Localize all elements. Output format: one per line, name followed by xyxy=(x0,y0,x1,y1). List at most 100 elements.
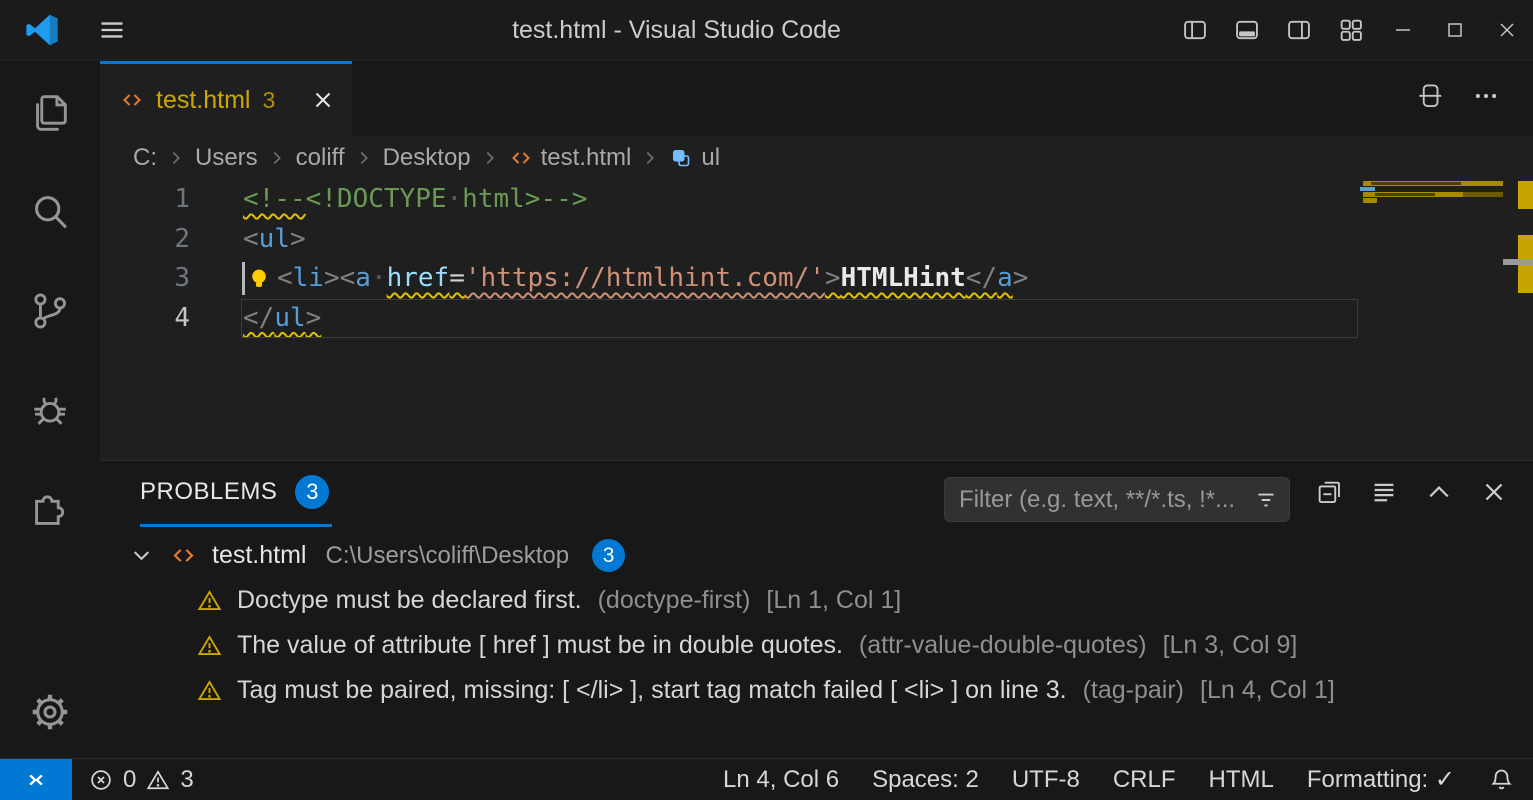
status-problems[interactable]: 0 3 xyxy=(88,766,194,794)
collapse-all-icon[interactable] xyxy=(1314,477,1344,512)
breadcrumb-item-coliff[interactable]: coliff xyxy=(296,144,345,172)
view-as-table-icon[interactable] xyxy=(1369,477,1399,512)
minimap[interactable] xyxy=(1355,173,1505,353)
breadcrumb-item-ul[interactable]: ul xyxy=(669,144,720,172)
warning-count: 3 xyxy=(180,766,193,794)
code-token: </ xyxy=(243,303,274,333)
warning-icon xyxy=(196,677,223,704)
toggle-secondary-sidebar-icon[interactable] xyxy=(1273,0,1325,60)
problems-file-count-badge: 3 xyxy=(592,539,625,572)
html-file-icon xyxy=(120,88,144,112)
editor-group: test.html 3 C: Users coliff Desktop test.htm… xyxy=(100,61,1533,460)
close-panel-icon[interactable] xyxy=(1479,477,1509,512)
split-editor-icon[interactable] xyxy=(1415,81,1445,116)
vscode-window: test.html - Visual Studio Code xyxy=(0,0,1533,800)
menu-icon[interactable] xyxy=(94,16,130,44)
more-actions-icon[interactable] xyxy=(1471,81,1501,116)
tab-test-html[interactable]: test.html 3 xyxy=(100,61,352,136)
vscode-logo-icon xyxy=(25,13,59,47)
code-token: ul xyxy=(274,303,305,333)
code-token: ul xyxy=(259,224,290,254)
code-token: 'https://htmlhint.com/' xyxy=(465,263,825,293)
code-token: li xyxy=(293,263,324,293)
status-encoding[interactable]: UTF-8 xyxy=(1012,766,1080,794)
problems-filter xyxy=(944,477,1290,522)
status-cursor-position[interactable]: Ln 4, Col 6 xyxy=(723,766,839,794)
line-number: 4 xyxy=(100,299,190,339)
code-line-3[interactable]: 3<li><a·href='https://htmlhint.com/'>HTM… xyxy=(100,259,1533,299)
problems-file-name: test.html xyxy=(212,541,306,570)
code-token: HTMLHint xyxy=(841,263,966,293)
code-token: html>--> xyxy=(462,184,587,214)
close-window-button[interactable] xyxy=(1481,0,1533,60)
search-icon[interactable] xyxy=(20,182,80,242)
panel-header: PROBLEMS 3 xyxy=(100,461,1533,527)
problem-position: [Ln 3, Col 9] xyxy=(1163,631,1298,660)
breadcrumb-label: Users xyxy=(195,144,258,172)
warning-icon xyxy=(196,632,223,659)
code-editor[interactable]: 1<!--<!DOCTYPE·html>-->2<ul>3<li><a·href… xyxy=(100,180,1533,338)
tab-problems[interactable]: PROBLEMS 3 xyxy=(140,475,329,509)
window-title: test.html - Visual Studio Code xyxy=(200,0,1153,60)
line-number: 3 xyxy=(100,259,190,299)
toggle-primary-sidebar-icon[interactable] xyxy=(1169,0,1221,60)
status-formatting[interactable]: Formatting: ✓ xyxy=(1307,765,1455,794)
customize-layout-icon[interactable] xyxy=(1325,0,1377,60)
breadcrumb-item-desktop[interactable]: Desktop xyxy=(383,144,471,172)
code-token: a xyxy=(997,263,1013,293)
filter-icon[interactable] xyxy=(1253,487,1279,513)
problem-position: [Ln 1, Col 1] xyxy=(766,586,901,615)
error-count-icon xyxy=(88,767,114,793)
problems-list: test.htmlC:\Users\coliff\Desktop3Doctype… xyxy=(100,527,1533,713)
maximize-button[interactable] xyxy=(1429,0,1481,60)
active-tab-indicator xyxy=(140,524,332,527)
status-language-mode[interactable]: HTML xyxy=(1209,766,1274,794)
html-file-icon xyxy=(509,146,533,170)
problem-message: Tag must be paired, missing: [ </li> ], … xyxy=(237,676,1067,705)
problem-row-3[interactable]: Tag must be paired, missing: [ </li> ], … xyxy=(100,668,1533,713)
settings-gear-icon[interactable] xyxy=(20,682,80,742)
tab-label: test.html xyxy=(156,86,250,115)
extensions-icon[interactable] xyxy=(20,479,80,539)
code-line-4[interactable]: 4 </ul> xyxy=(100,299,1533,339)
lightbulb-icon[interactable] xyxy=(245,265,273,293)
toggle-panel-icon[interactable] xyxy=(1221,0,1273,60)
tab-close-icon[interactable] xyxy=(310,87,336,113)
breadcrumb-item-testhtml[interactable]: test.html xyxy=(509,144,632,172)
chevron-down-icon[interactable] xyxy=(128,542,155,569)
problems-filter-input[interactable] xyxy=(959,486,1253,514)
code-token: > xyxy=(306,303,322,333)
run-and-debug-icon[interactable] xyxy=(20,380,80,440)
code-token: · xyxy=(447,184,463,214)
source-control-icon[interactable] xyxy=(20,281,80,341)
cursor-mark xyxy=(1503,259,1533,265)
code-token: href xyxy=(387,263,450,293)
code-token: < xyxy=(243,224,259,254)
line-content: <!--<!DOCTYPE·html>--> xyxy=(100,180,1533,220)
warning-icon xyxy=(196,587,223,614)
breadcrumb-item-c[interactable]: C: xyxy=(133,144,157,172)
problems-file-group[interactable]: test.htmlC:\Users\coliff\Desktop3 xyxy=(100,533,1533,578)
problem-row-1[interactable]: Doctype must be declared first.(doctype-… xyxy=(100,578,1533,623)
html-file-icon xyxy=(170,542,197,569)
activity-bar xyxy=(0,61,100,758)
problem-row-2[interactable]: The value of attribute [ href ] must be … xyxy=(100,623,1533,668)
chevron-right-icon xyxy=(479,147,501,169)
maximize-panel-icon[interactable] xyxy=(1424,477,1454,512)
line-content: <ul> xyxy=(100,220,1533,260)
code-token: · xyxy=(371,263,387,293)
status-indentation[interactable]: Spaces: 2 xyxy=(872,766,979,794)
breadcrumb-label: ul xyxy=(701,144,720,172)
code-line-2[interactable]: 2<ul> xyxy=(100,220,1533,260)
minimize-button[interactable] xyxy=(1377,0,1429,60)
tab-problem-count: 3 xyxy=(262,87,275,114)
breadcrumb-item-users[interactable]: Users xyxy=(195,144,258,172)
remote-indicator[interactable] xyxy=(0,759,72,800)
explorer-icon[interactable] xyxy=(20,83,80,143)
status-eol-sequence[interactable]: CRLF xyxy=(1113,766,1176,794)
code-line-1[interactable]: 1<!--<!DOCTYPE·html>--> xyxy=(100,180,1533,220)
problem-position: [Ln 4, Col 1] xyxy=(1200,676,1335,705)
notifications-bell-icon[interactable] xyxy=(1488,766,1515,793)
problem-message: Doctype must be declared first. xyxy=(237,586,582,615)
overview-ruler[interactable] xyxy=(1518,61,1533,460)
